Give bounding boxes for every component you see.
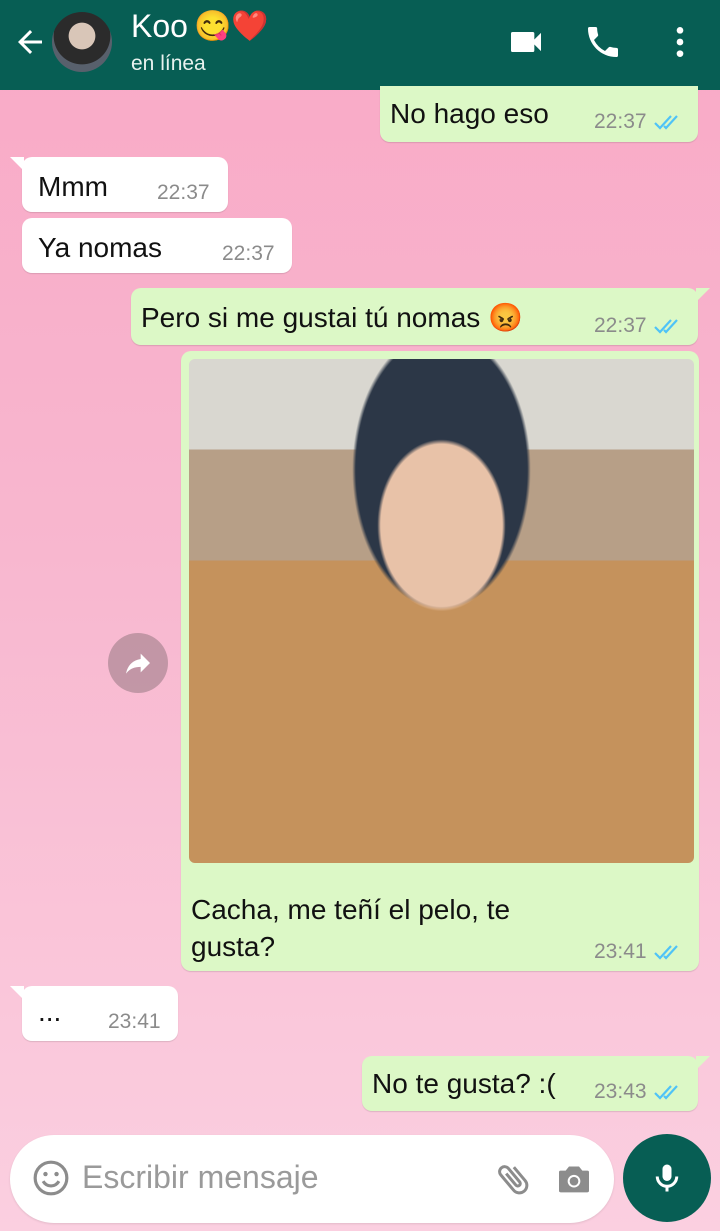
image-caption: Cacha, me teñí el pelo, te gusta?	[191, 891, 510, 965]
message-bubble-outgoing[interactable]: No te gusta? :( 23:43	[362, 1056, 710, 1111]
message-time: 23:41	[108, 1010, 161, 1033]
message-text: Pero si me gustai tú nomas 😡	[141, 302, 523, 333]
message-text: Mmm	[38, 171, 108, 202]
forward-button[interactable]	[108, 633, 168, 693]
message-time: 22:37	[222, 242, 275, 265]
message-time: 23:41	[594, 940, 683, 964]
message-time: 22:37	[157, 181, 210, 204]
contact-emojis: 😋❤️	[193, 10, 269, 43]
message-bubble-incoming[interactable]: ... 23:41	[10, 986, 178, 1041]
attach-icon[interactable]	[494, 1159, 534, 1199]
contact-name-text: Koo	[131, 8, 188, 44]
shared-photo[interactable]	[189, 359, 694, 863]
message-input[interactable]: Escribir mensaje	[82, 1159, 319, 1196]
phone-icon[interactable]	[583, 22, 623, 62]
message-time: 22:37	[594, 314, 683, 338]
read-ticks-icon	[653, 945, 678, 960]
back-arrow-icon[interactable]	[12, 24, 48, 60]
mic-icon	[655, 1164, 679, 1192]
message-bubble-outgoing[interactable]: No hago eso 22:37	[380, 86, 698, 142]
read-ticks-icon	[653, 115, 678, 130]
forward-icon	[126, 653, 150, 674]
read-ticks-icon	[653, 1085, 678, 1100]
voice-record-button[interactable]	[623, 1134, 711, 1222]
caption-line: Cacha, me teñí el pelo, te	[191, 894, 511, 925]
contact-status: en línea	[131, 52, 206, 75]
message-text: No te gusta? :(	[372, 1068, 556, 1099]
time-text: 23:43	[594, 1080, 647, 1103]
image-message-bubble[interactable]: Cacha, me teñí el pelo, te gusta? 23:41	[181, 351, 699, 971]
video-call-icon[interactable]	[506, 22, 546, 62]
contact-name[interactable]: Koo 😋❤️	[131, 8, 269, 45]
message-bubble-incoming[interactable]: Ya nomas 22:37	[22, 218, 292, 273]
message-bubble-incoming[interactable]: Mmm 22:37	[10, 157, 228, 212]
message-composer[interactable]: Escribir mensaje	[10, 1135, 614, 1223]
time-text: 22:37	[594, 314, 647, 337]
message-text: ...	[38, 996, 62, 1027]
time-text: 22:37	[594, 110, 647, 133]
message-time: 23:43	[594, 1080, 683, 1104]
message-text: Ya nomas	[38, 232, 162, 263]
chat-header: Koo 😋❤️ en línea	[0, 0, 720, 90]
read-ticks-icon	[653, 319, 678, 334]
more-vert-icon[interactable]	[660, 22, 700, 62]
message-text: No hago eso	[390, 98, 549, 129]
camera-icon[interactable]	[554, 1159, 594, 1199]
emoji-icon[interactable]	[32, 1159, 70, 1197]
message-time: 22:37	[594, 110, 683, 134]
time-text: 23:41	[594, 940, 647, 963]
message-bubble-outgoing[interactable]: Pero si me gustai tú nomas 😡 22:37	[131, 288, 710, 345]
contact-avatar[interactable]	[52, 12, 112, 72]
caption-line: gusta?	[191, 931, 276, 962]
